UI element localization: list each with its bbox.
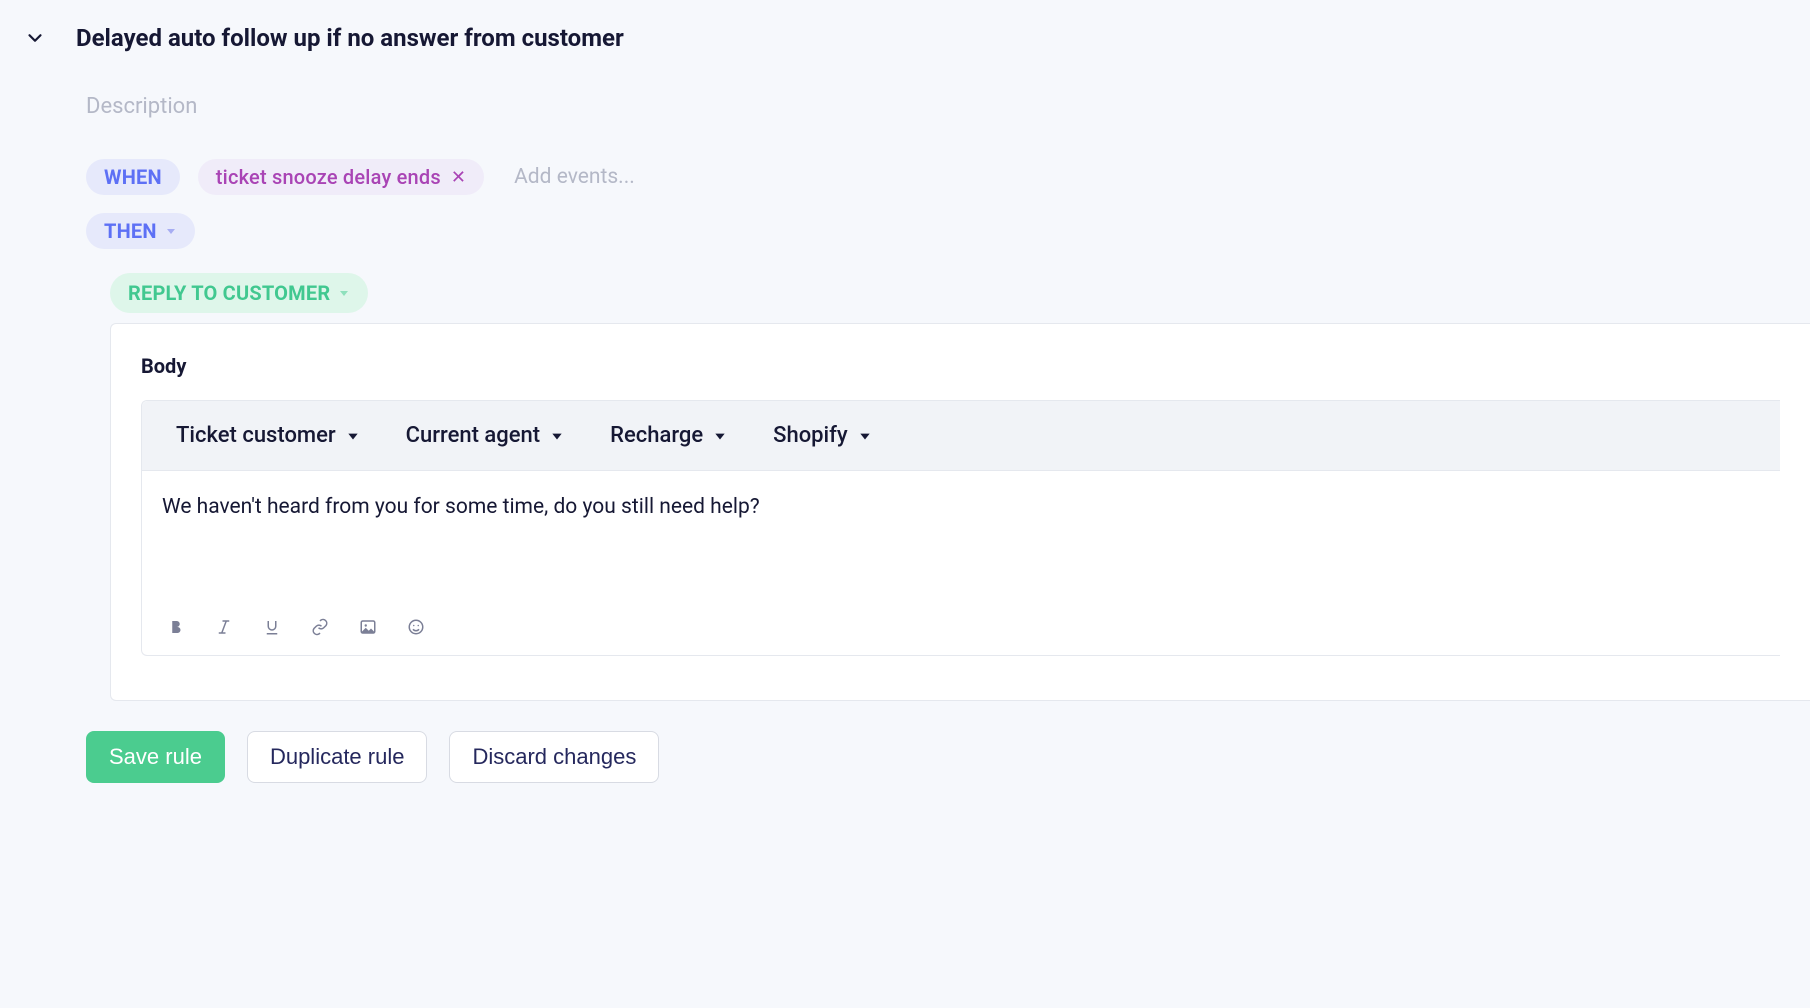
event-chip[interactable]: ticket snooze delay ends ✕ [198, 159, 484, 195]
toolbar-shopify[interactable]: Shopify [773, 423, 872, 448]
toolbar-recharge[interactable]: Recharge [610, 423, 727, 448]
description-input[interactable]: Description [86, 94, 1810, 119]
chevron-down-icon [858, 429, 872, 443]
duplicate-button[interactable]: Duplicate rule [247, 731, 428, 783]
format-bar [162, 611, 1760, 641]
italic-icon[interactable] [214, 617, 234, 637]
action-row: REPLY TO CUSTOMER [110, 273, 1810, 313]
message-body-input[interactable]: We haven't heard from you for some time,… [162, 493, 1760, 611]
editor-box: Ticket customer Current agent Recharge [141, 400, 1780, 656]
then-pill[interactable]: THEN [86, 213, 195, 249]
chevron-down-icon [338, 287, 350, 299]
toolbar-item-label: Recharge [610, 423, 703, 448]
variable-toolbar: Ticket customer Current agent Recharge [142, 401, 1780, 471]
chevron-down-icon [165, 225, 177, 237]
conditions-block: WHEN ticket snooze delay ends ✕ Add even… [86, 159, 1810, 701]
rule-header-row: Delayed auto follow up if no answer from… [0, 24, 1810, 52]
bold-icon[interactable] [166, 617, 186, 637]
toolbar-item-label: Ticket customer [176, 423, 336, 448]
close-icon[interactable]: ✕ [451, 167, 466, 188]
save-button[interactable]: Save rule [86, 731, 225, 783]
toolbar-item-label: Shopify [773, 423, 848, 448]
chevron-down-icon [713, 429, 727, 443]
when-pill[interactable]: WHEN [86, 159, 180, 195]
body-label: Body [141, 354, 1780, 378]
editor-body: We haven't heard from you for some time,… [142, 471, 1780, 655]
chevron-down-icon [346, 429, 360, 443]
underline-icon[interactable] [262, 617, 282, 637]
then-row: THEN [86, 213, 1810, 249]
action-panel: Body Ticket customer Current agent Recha… [110, 323, 1810, 701]
link-icon[interactable] [310, 617, 330, 637]
toolbar-ticket-customer[interactable]: Ticket customer [176, 423, 360, 448]
add-events-input[interactable]: Add events... [514, 165, 635, 189]
action-buttons-row: Save rule Duplicate rule Discard changes [86, 731, 1810, 783]
event-chip-label: ticket snooze delay ends [216, 165, 441, 189]
when-label: WHEN [104, 165, 162, 189]
reply-action-pill[interactable]: REPLY TO CUSTOMER [110, 273, 368, 313]
toolbar-current-agent[interactable]: Current agent [406, 423, 564, 448]
rule-content: Description WHEN ticket snooze delay end… [0, 94, 1810, 783]
emoji-icon[interactable] [406, 617, 426, 637]
rule-title: Delayed auto follow up if no answer from… [76, 24, 624, 52]
chevron-down-icon [550, 429, 564, 443]
chevron-down-icon[interactable] [24, 27, 46, 49]
image-icon[interactable] [358, 617, 378, 637]
discard-button[interactable]: Discard changes [449, 731, 659, 783]
when-row: WHEN ticket snooze delay ends ✕ Add even… [86, 159, 1810, 195]
toolbar-item-label: Current agent [406, 423, 540, 448]
rule-editor-page: Delayed auto follow up if no answer from… [0, 0, 1810, 1008]
reply-action-label: REPLY TO CUSTOMER [128, 281, 330, 305]
then-label: THEN [104, 219, 157, 243]
